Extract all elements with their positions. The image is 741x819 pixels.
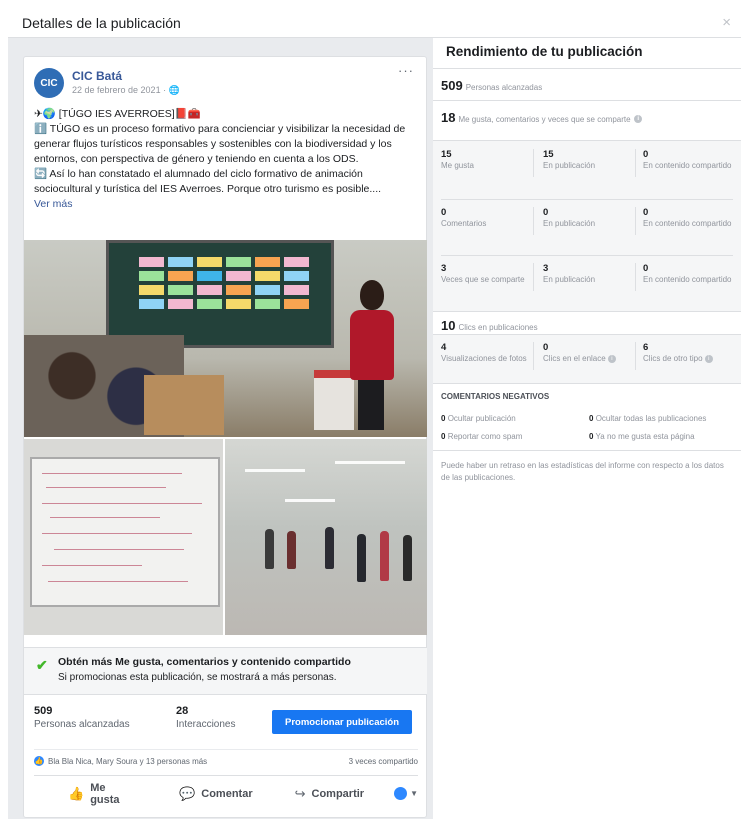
report-spam-count: 0 Reportar como spam (441, 432, 523, 441)
unlike-page-count: 0 Ya no me gusta esta página (589, 432, 695, 441)
dialog-header: Detalles de la publicación × (8, 8, 741, 38)
post-photo-activity[interactable] (225, 439, 427, 635)
close-icon[interactable]: × (722, 14, 731, 31)
globe-icon (394, 787, 408, 800)
negative-feedback-title: COMENTARIOS NEGATIVOS (441, 392, 550, 401)
shares-on-shares: 0 En contenido compartido (643, 263, 732, 284)
like-reaction-icon: 👍 (34, 756, 44, 766)
page-name-link[interactable]: CIC Batá (72, 69, 122, 83)
hide-all-posts-count: 0 Ocultar todas las publicaciones (589, 414, 707, 423)
promotion-tip: ✔ Obtén más Me gusta, comentarios y cont… (24, 647, 427, 695)
post-card: CIC CIC Batá 22 de febrero de 2021 · 🌐 ·… (23, 56, 427, 818)
comments-total: 0 Comentarios (441, 207, 487, 228)
like-button[interactable]: 👍 Me gusta (68, 782, 127, 806)
promo-subtitle: Si promocionas esta publicación, se most… (58, 672, 337, 683)
post-date[interactable]: 22 de febrero de 2021 · 🌐 (72, 85, 180, 96)
shares-count[interactable]: 3 veces compartido (349, 757, 418, 766)
more-options-icon[interactable]: ··· (398, 63, 414, 78)
hide-post-count: 0 Ocultar publicación (441, 414, 516, 423)
dialog-title: Detalles de la publicación (22, 15, 181, 31)
share-button[interactable]: ↪ Compartir (295, 786, 364, 802)
photo-views: 4 Visualizaciones de fotos (441, 342, 527, 363)
post-text-line: 🔄 Así lo han constatado el alumnado del … (34, 168, 382, 195)
post-text: ✈🌍 [TÚGO IES AVERROES]📕🧰 ℹ️ TÚGO es un p… (34, 107, 420, 212)
info-icon[interactable]: i (634, 114, 643, 123)
shares-total: 3 Veces que se comparte (441, 263, 525, 284)
link-clicks: 0 Clics en el enlace i (543, 342, 635, 364)
post-photo-classroom[interactable] (24, 240, 427, 437)
shares-on-post: 3 En publicación (543, 263, 596, 284)
interactions-stat: 28 Interacciones (176, 705, 236, 730)
reach-metric: 509 Personas alcanzadas (441, 78, 543, 93)
comment-icon: 💬 (179, 785, 196, 801)
thumbs-up-icon: 👍 (68, 785, 85, 801)
post-preview-panel: CIC CIC Batá 22 de febrero de 2021 · 🌐 ·… (8, 38, 433, 819)
check-icon: ✔ (36, 657, 48, 673)
comments-on-shares: 0 En contenido compartido (643, 207, 732, 228)
engagement-metric: 18 Me gusta, comentarios y veces que se c… (441, 110, 643, 125)
reaction-names[interactable]: Bla Bla Nica, Mary Soura y 13 personas m… (48, 757, 207, 766)
stats-delay-note: Puede haber un retraso en las estadístic… (441, 461, 724, 482)
audience-selector[interactable]: ▼ (394, 787, 418, 800)
page-avatar[interactable]: CIC (34, 68, 64, 98)
post-text-line: ✈🌍 [TÚGO IES AVERROES]📕🧰 (34, 108, 201, 120)
reactions-row: 👍 Bla Bla Nica, Mary Soura y 13 personas… (34, 749, 418, 769)
reach-stat: 509 Personas alcanzadas (34, 705, 130, 730)
globe-icon: 🌐 (168, 85, 180, 95)
likes-on-shares: 0 En contenido compartido (643, 149, 732, 170)
chevron-down-icon: ▼ (410, 789, 418, 798)
info-icon[interactable]: i (607, 354, 616, 363)
post-photo-whiteboard[interactable] (24, 439, 223, 635)
engagement-grid: 15 Me gusta 15 En publicación 0 En contenid… (433, 140, 741, 312)
blackboard-with-notes (106, 240, 334, 348)
other-clicks: 6 Clics de otro tipo i (643, 342, 735, 364)
clicks-metric: 10 Clics en publicaciones (441, 318, 538, 333)
see-more-link[interactable]: Ver más (34, 198, 73, 210)
promo-title: Obtén más Me gusta, comentarios y conten… (58, 656, 351, 668)
promote-post-button[interactable]: Promocionar publicación (272, 710, 412, 734)
comment-button[interactable]: 💬 Comentar (179, 786, 253, 802)
info-icon[interactable]: i (704, 354, 713, 363)
desk-image (144, 375, 224, 435)
whiteboard-image (30, 457, 220, 607)
post-action-bar: 👍 Me gusta 💬 Comentar ↪ Compartir ▼ (34, 775, 418, 811)
likes-on-post: 15 En publicación (543, 149, 596, 170)
clicks-grid: 4 Visualizaciones de fotos 0 Clics en el e… (433, 334, 741, 384)
post-text-line: ℹ️ TÚGO es un proceso formativo para con… (34, 123, 406, 165)
likes-total: 15 Me gusta (441, 149, 474, 170)
share-arrow-icon: ↪ (294, 785, 306, 801)
performance-panel: Rendimiento de tu publicación 509 Persona… (433, 38, 741, 819)
comments-on-post: 0 En publicación (543, 207, 596, 228)
presenter-image (342, 280, 400, 430)
performance-title: Rendimiento de tu publicación (446, 44, 643, 59)
